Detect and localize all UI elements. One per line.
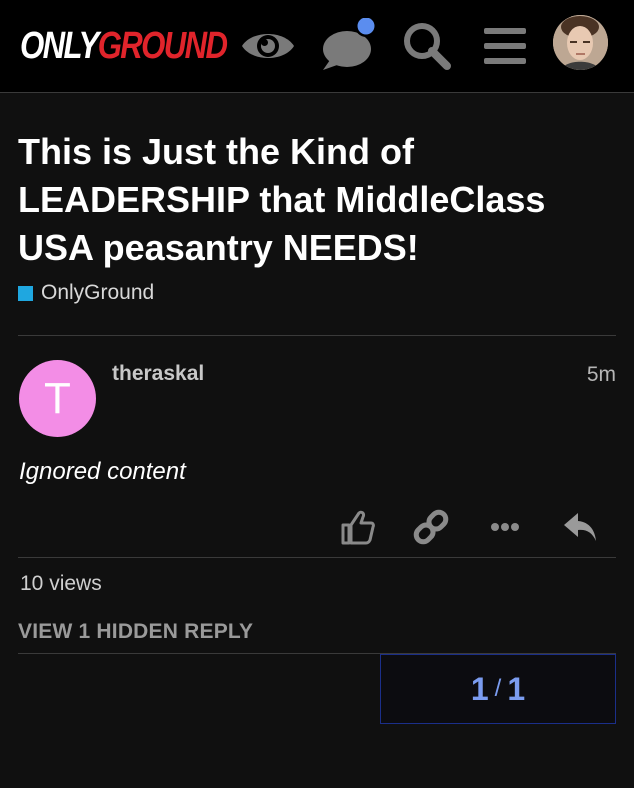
post-author-username[interactable]: theraskal: [112, 362, 204, 386]
user-avatar[interactable]: [553, 15, 608, 70]
progress-current: 1: [470, 670, 489, 707]
category-label: OnlyGround: [41, 281, 155, 304]
view-hidden-reply-link[interactable]: VIEW 1 HIDDEN REPLY: [18, 620, 253, 644]
site-logo[interactable]: ONLYGROUND: [20, 25, 228, 67]
post-author-avatar[interactable]: T: [19, 360, 96, 437]
chat-bubble-icon[interactable]: [320, 18, 376, 74]
post-timestamp[interactable]: 5m: [587, 363, 616, 387]
topic-divider: [18, 335, 616, 336]
site-header: ONLYGROUND: [0, 0, 634, 93]
hamburger-menu-icon[interactable]: [477, 18, 533, 74]
notification-dot: [357, 18, 375, 35]
link-icon[interactable]: [409, 505, 453, 549]
progress-total: 1: [507, 670, 526, 707]
reply-icon[interactable]: [558, 505, 602, 549]
post-divider: [18, 557, 616, 558]
topic-title: This is Just the Kind of LEADERSHIP that…: [18, 131, 546, 268]
timeline-progress[interactable]: 1 / 1: [380, 654, 616, 724]
progress-separator: /: [494, 675, 502, 702]
eye-icon[interactable]: [240, 18, 296, 74]
views-count: 10 views: [20, 572, 102, 595]
logo-ground-text: GROUND: [97, 25, 228, 67]
more-icon[interactable]: [483, 505, 527, 549]
search-icon[interactable]: [399, 18, 455, 74]
logo-only-text: ONLY: [20, 25, 99, 67]
post-body: Ignored content: [19, 458, 186, 485]
like-icon[interactable]: [335, 505, 379, 549]
category-badge[interactable]: OnlyGround: [18, 282, 154, 304]
category-color-square: [18, 285, 33, 301]
